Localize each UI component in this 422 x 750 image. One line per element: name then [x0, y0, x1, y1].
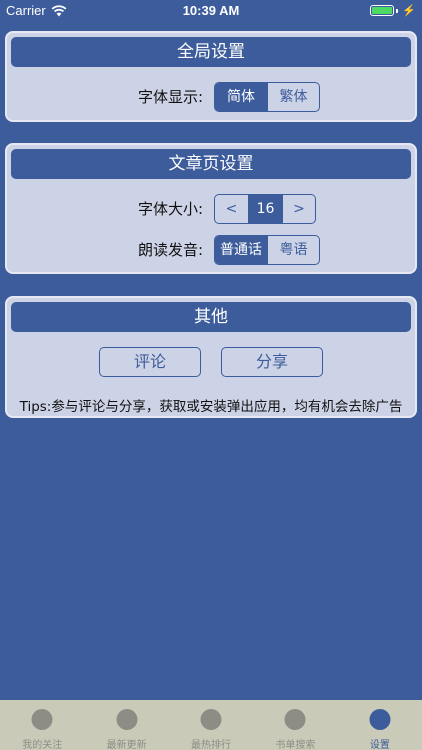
font-display-row: 字体显示: 简体 繁体 [7, 82, 415, 112]
actions-row: 评论 分享 [7, 347, 415, 377]
global-settings-title: 全局设置 [11, 37, 411, 67]
tab-bar: 我的关注 最新更新 最热排行 书单搜索 设置 [0, 700, 422, 750]
share-button[interactable]: 分享 [221, 347, 323, 377]
voice-option-mandarin[interactable]: 普通话 [215, 236, 267, 264]
article-settings-title: 文章页设置 [11, 149, 411, 179]
battery-icon [370, 5, 395, 16]
battery-tip [396, 8, 399, 13]
circle-icon [31, 709, 53, 730]
tab-label: 最新更新 [106, 740, 147, 750]
font-size-value: 16 [248, 195, 282, 223]
circle-icon [200, 709, 222, 730]
tab-label: 设置 [369, 740, 390, 750]
voice-segmented: 普通话 粤语 [214, 235, 320, 265]
font-size-increase-button[interactable]: > [282, 195, 315, 223]
tab-label: 我的关注 [22, 740, 63, 750]
circle-icon [369, 709, 391, 730]
circle-icon [284, 709, 306, 730]
tab-my-follows[interactable]: 我的关注 [0, 700, 84, 750]
comment-button[interactable]: 评论 [99, 347, 201, 377]
font-size-label: 字体大小: [137, 200, 203, 218]
status-bar: Carrier 10:39 AM ⚡ [0, 0, 422, 22]
voice-label: 朗读发音: [137, 241, 203, 259]
font-display-label: 字体显示: [137, 88, 203, 106]
tab-latest-updates[interactable]: 最新更新 [84, 700, 168, 750]
tab-settings[interactable]: 设置 [338, 700, 422, 750]
tab-hot-ranking[interactable]: 最热排行 [169, 700, 253, 750]
tab-booklist-search[interactable]: 书单搜索 [253, 700, 337, 750]
tab-label: 书单搜索 [275, 740, 316, 750]
tips-text: Tips:参与评论与分享，获取或安装弹出应用，均有机会去除广告 [19, 399, 403, 415]
charging-bolt-icon: ⚡ [402, 5, 416, 17]
global-settings-card: 全局设置 字体显示: 简体 繁体 [5, 31, 417, 122]
font-size-row: 字体大小: < 16 > [7, 194, 415, 224]
article-settings-card: 文章页设置 字体大小: < 16 > 朗读发音: 普通话 粤语 [5, 143, 417, 274]
font-size-stepper: < 16 > [214, 194, 316, 224]
voice-row: 朗读发音: 普通话 粤语 [7, 235, 415, 265]
circle-icon [116, 709, 138, 730]
voice-option-cantonese[interactable]: 粤语 [267, 236, 319, 264]
other-card: 其他 评论 分享 Tips:参与评论与分享，获取或安装弹出应用，均有机会去除广告 [5, 296, 417, 418]
font-option-simplified[interactable]: 简体 [215, 83, 267, 111]
status-right: ⚡ [370, 4, 416, 17]
tab-label: 最热排行 [191, 740, 232, 750]
font-size-decrease-button[interactable]: < [215, 195, 248, 223]
font-display-segmented: 简体 繁体 [214, 82, 320, 112]
other-title: 其他 [11, 302, 411, 332]
status-time: 10:39 AM [182, 3, 240, 18]
font-option-traditional[interactable]: 繁体 [267, 83, 319, 111]
